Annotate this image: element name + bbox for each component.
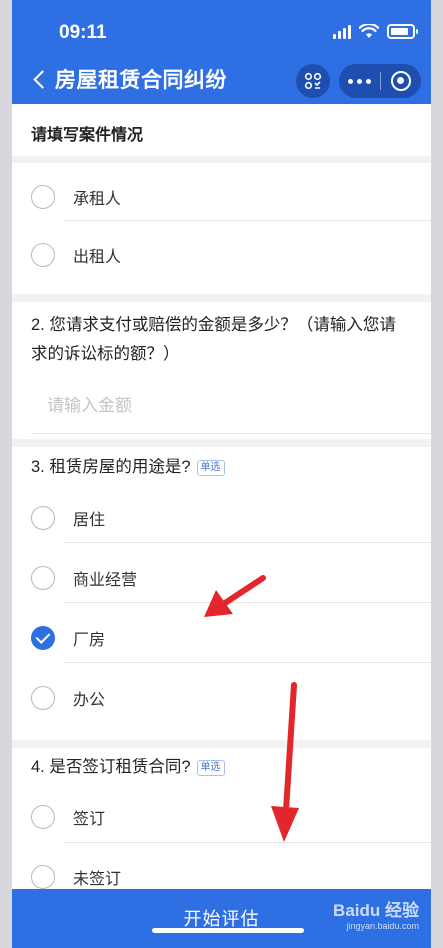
option-label: 商业经营 (73, 572, 138, 589)
header: 09:11 房屋租赁合同纠纷 (12, 0, 431, 104)
radio-button[interactable] (31, 686, 55, 710)
single-choice-badge: 单选 (196, 460, 225, 476)
option-label: 办公 (73, 692, 106, 709)
single-choice-badge: 单选 (196, 760, 225, 776)
target-icon (390, 71, 411, 91)
option-factory[interactable]: 厂房 (12, 608, 431, 668)
question-2-title: 2. 您请求支付或赔偿的金额是多少？（请输入您请 求的诉讼标的额？） (31, 316, 396, 363)
radio-button[interactable] (31, 506, 55, 530)
frame-edge-right (431, 0, 443, 948)
option-label: 居住 (73, 512, 106, 529)
scan-button[interactable] (296, 64, 330, 98)
option-label: 厂房 (73, 632, 106, 649)
question-4-title: 4. 是否签订租赁合同? 单选 (31, 753, 225, 782)
more-button[interactable] (339, 78, 380, 84)
home-indicator (152, 928, 304, 933)
nav-back-button[interactable]: 房屋租赁合同纠纷 (32, 64, 227, 94)
battery-icon (387, 24, 418, 39)
section-title: 请填写案件情况 (31, 127, 144, 144)
wifi-icon (359, 24, 379, 38)
option-label: 出租人 (73, 249, 122, 266)
signal-icon (333, 24, 351, 39)
radio-button[interactable] (31, 566, 55, 590)
radio-button[interactable] (31, 185, 55, 209)
option-residential[interactable]: 居住 (12, 488, 431, 548)
amount-input[interactable] (47, 396, 417, 416)
radio-button-checked[interactable] (31, 626, 55, 650)
question-2-card: 2. 您请求支付或赔偿的金额是多少？（请输入您请 求的诉讼标的额？） (12, 302, 431, 439)
screen: 09:11 房屋租赁合同纠纷 请填写案件情况 承租人 出租人 2. 您请求支付或… (12, 0, 431, 948)
option-label: 未签订 (73, 871, 122, 888)
radio-button[interactable] (31, 243, 55, 267)
phone-frame: 09:11 房屋租赁合同纠纷 请填写案件情况 承租人 出租人 2. 您请求支付或… (0, 0, 443, 948)
section-header: 请填写案件情况 (12, 104, 431, 156)
radio-button[interactable] (31, 805, 55, 829)
question-3-card: 3. 租赁房屋的用途是? 单选 居住 商业经营 厂房 办公 (12, 447, 431, 740)
option-label: 签订 (73, 811, 106, 828)
frame-edge-left (0, 0, 12, 948)
question-3-title: 3. 租赁房屋的用途是? 单选 (31, 453, 225, 482)
close-button[interactable] (380, 71, 421, 91)
mini-program-capsule (339, 64, 421, 98)
baidu-jingyan-watermark: Baidu 经验 jingyan.baidu.com (333, 901, 419, 931)
option-renter[interactable]: 承租人 (12, 167, 431, 227)
option-commercial[interactable]: 商业经营 (12, 548, 431, 608)
chevron-left-icon (33, 69, 52, 89)
status-icons (333, 24, 418, 39)
option-landlord[interactable]: 出租人 (12, 225, 431, 285)
page-title: 房屋租赁合同纠纷 (55, 69, 227, 92)
option-signed[interactable]: 签订 (12, 787, 431, 847)
radio-button[interactable] (31, 865, 55, 889)
question-1-card: 承租人 出租人 (12, 163, 431, 294)
bottom-bar: 开始评估 Baidu 经验 jingyan.baidu.com (12, 889, 431, 948)
status-time: 09:11 (59, 22, 107, 43)
option-label: 承租人 (73, 191, 122, 208)
scan-icon (304, 72, 322, 90)
question-4-card: 4. 是否签订租赁合同? 单选 签订 未签订 (12, 748, 431, 898)
option-office[interactable]: 办公 (12, 668, 431, 728)
